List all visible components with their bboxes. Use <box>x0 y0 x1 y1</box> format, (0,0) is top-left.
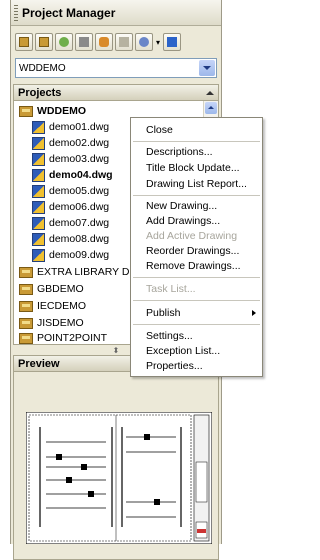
drawing-preview-thumbnail <box>26 412 212 544</box>
search-icon <box>99 37 109 47</box>
drawing-icon <box>32 136 45 150</box>
drawing-label: demo04.dwg <box>49 169 113 181</box>
settings-button[interactable] <box>115 33 133 51</box>
menu-item-settings[interactable]: Settings... <box>146 329 193 343</box>
drawing-item[interactable]: demo09.dwg <box>14 247 109 263</box>
scroll-up-icon[interactable] <box>205 102 217 114</box>
projects-header-label: Projects <box>18 86 62 99</box>
project-label: WDDEMO <box>37 105 86 117</box>
menu-item-add-drawings[interactable]: Add Drawings... <box>146 214 220 228</box>
menu-item-reorder-drawings[interactable]: Reorder Drawings... <box>146 244 239 258</box>
refresh-icon <box>59 37 69 47</box>
tree-item-project[interactable]: GBDEMO <box>14 281 84 297</box>
chevron-down-icon[interactable]: ▾ <box>155 38 161 47</box>
projects-header[interactable]: Projects <box>13 84 219 101</box>
menu-item-add-active-drawing: Add Active Drawing <box>146 230 238 242</box>
drawing-icon <box>32 200 45 214</box>
open-project-icon <box>39 37 49 47</box>
menu-item-properties[interactable]: Properties... <box>146 359 203 373</box>
project-label: IECDEMO <box>37 300 87 312</box>
drawing-item[interactable]: demo07.dwg <box>14 215 109 231</box>
drawing-item[interactable]: demo06.dwg <box>14 199 109 215</box>
project-icon <box>19 283 33 295</box>
tree-item-active-project[interactable]: WDDEMO <box>14 103 86 119</box>
drawing-icon <box>32 216 45 230</box>
tree-item-project[interactable]: JISDEMO <box>14 315 84 331</box>
project-icon <box>19 266 33 278</box>
drawing-item[interactable]: demo03.dwg <box>14 151 109 167</box>
panel-title-bar[interactable]: Project Manager <box>11 0 221 26</box>
drawing-icon <box>32 232 45 246</box>
project-icon <box>19 332 33 344</box>
tree-item-project[interactable]: POINT2POINT <box>14 330 108 344</box>
drawing-label: demo03.dwg <box>49 153 110 165</box>
open-project-button[interactable] <box>35 33 53 51</box>
menu-item-title-block-update[interactable]: Title Block Update... <box>146 161 240 175</box>
project-label: JISDEMO <box>37 317 84 329</box>
dropdown-icon <box>139 37 149 47</box>
project-label: GBDEMO <box>37 283 84 295</box>
preview-pane <box>13 372 219 560</box>
drawing-label: demo02.dwg <box>49 137 110 149</box>
drawing-item[interactable]: demo05.dwg <box>14 183 109 199</box>
drawing-icon <box>32 248 45 262</box>
tree-item-project[interactable]: EXTRA LIBRARY DEM <box>14 264 145 280</box>
help-icon <box>167 37 177 47</box>
drawing-item[interactable]: demo01.dwg <box>14 119 109 135</box>
drawing-item[interactable]: demo02.dwg <box>14 135 109 151</box>
drawing-label: demo07.dwg <box>49 217 110 229</box>
project-label: POINT2POINT <box>37 332 108 344</box>
drawing-item-selected[interactable]: demo04.dwg <box>14 167 113 183</box>
dropdown-button[interactable] <box>135 33 153 51</box>
help-button[interactable] <box>163 33 181 51</box>
drawing-icon <box>32 184 45 198</box>
menu-item-descriptions[interactable]: Descriptions... <box>146 145 213 159</box>
menu-item-task-list: Task List... <box>146 283 196 295</box>
drawing-label: demo09.dwg <box>49 249 110 261</box>
menu-item-remove-drawings[interactable]: Remove Drawings... <box>146 259 241 273</box>
menu-separator <box>133 141 260 142</box>
menu-item-new-drawing[interactable]: New Drawing... <box>146 199 217 213</box>
menu-item-publish[interactable]: Publish <box>146 306 180 320</box>
search-button[interactable] <box>95 33 113 51</box>
splitter-grip-icon: ⬍ <box>112 345 120 355</box>
wand-button[interactable] <box>75 33 93 51</box>
drawing-label: demo01.dwg <box>49 121 110 133</box>
drawing-item[interactable]: demo08.dwg <box>14 231 109 247</box>
menu-separator <box>133 277 260 278</box>
project-icon <box>19 300 33 312</box>
project-toolbar: ▾ <box>11 26 221 58</box>
menu-separator <box>133 324 260 325</box>
drawing-label: demo05.dwg <box>49 185 110 197</box>
new-project-button[interactable] <box>15 33 33 51</box>
drawing-label: demo06.dwg <box>49 201 110 213</box>
menu-item-close[interactable]: Close <box>146 123 173 137</box>
preview-header-label: Preview <box>18 357 60 370</box>
wand-icon <box>79 37 89 47</box>
project-select-value: WDDEMO <box>19 62 66 74</box>
refresh-button[interactable] <box>55 33 73 51</box>
project-label: EXTRA LIBRARY DEM <box>37 266 146 278</box>
drawing-icon <box>32 168 45 182</box>
collapse-icon[interactable] <box>206 90 214 95</box>
menu-separator <box>133 195 260 196</box>
drawing-icon <box>32 152 45 166</box>
new-project-icon <box>19 37 29 47</box>
panel-title: Project Manager <box>22 5 116 20</box>
chevron-down-icon[interactable] <box>199 60 215 76</box>
drawing-icon <box>32 120 45 134</box>
tree-item-project[interactable]: IECDEMO <box>14 298 86 314</box>
settings-icon <box>119 37 129 47</box>
submenu-arrow-icon <box>252 310 256 316</box>
project-icon <box>19 317 33 329</box>
menu-item-drawing-list-report[interactable]: Drawing List Report... <box>146 177 247 191</box>
drawing-label: demo08.dwg <box>49 233 110 245</box>
grip-handle[interactable] <box>14 4 18 21</box>
menu-item-exception-list[interactable]: Exception List... <box>146 344 220 358</box>
menu-separator <box>133 300 260 301</box>
context-menu: Close Descriptions... Title Block Update… <box>130 117 263 377</box>
project-select[interactable]: WDDEMO <box>15 58 217 78</box>
project-icon <box>19 105 33 117</box>
